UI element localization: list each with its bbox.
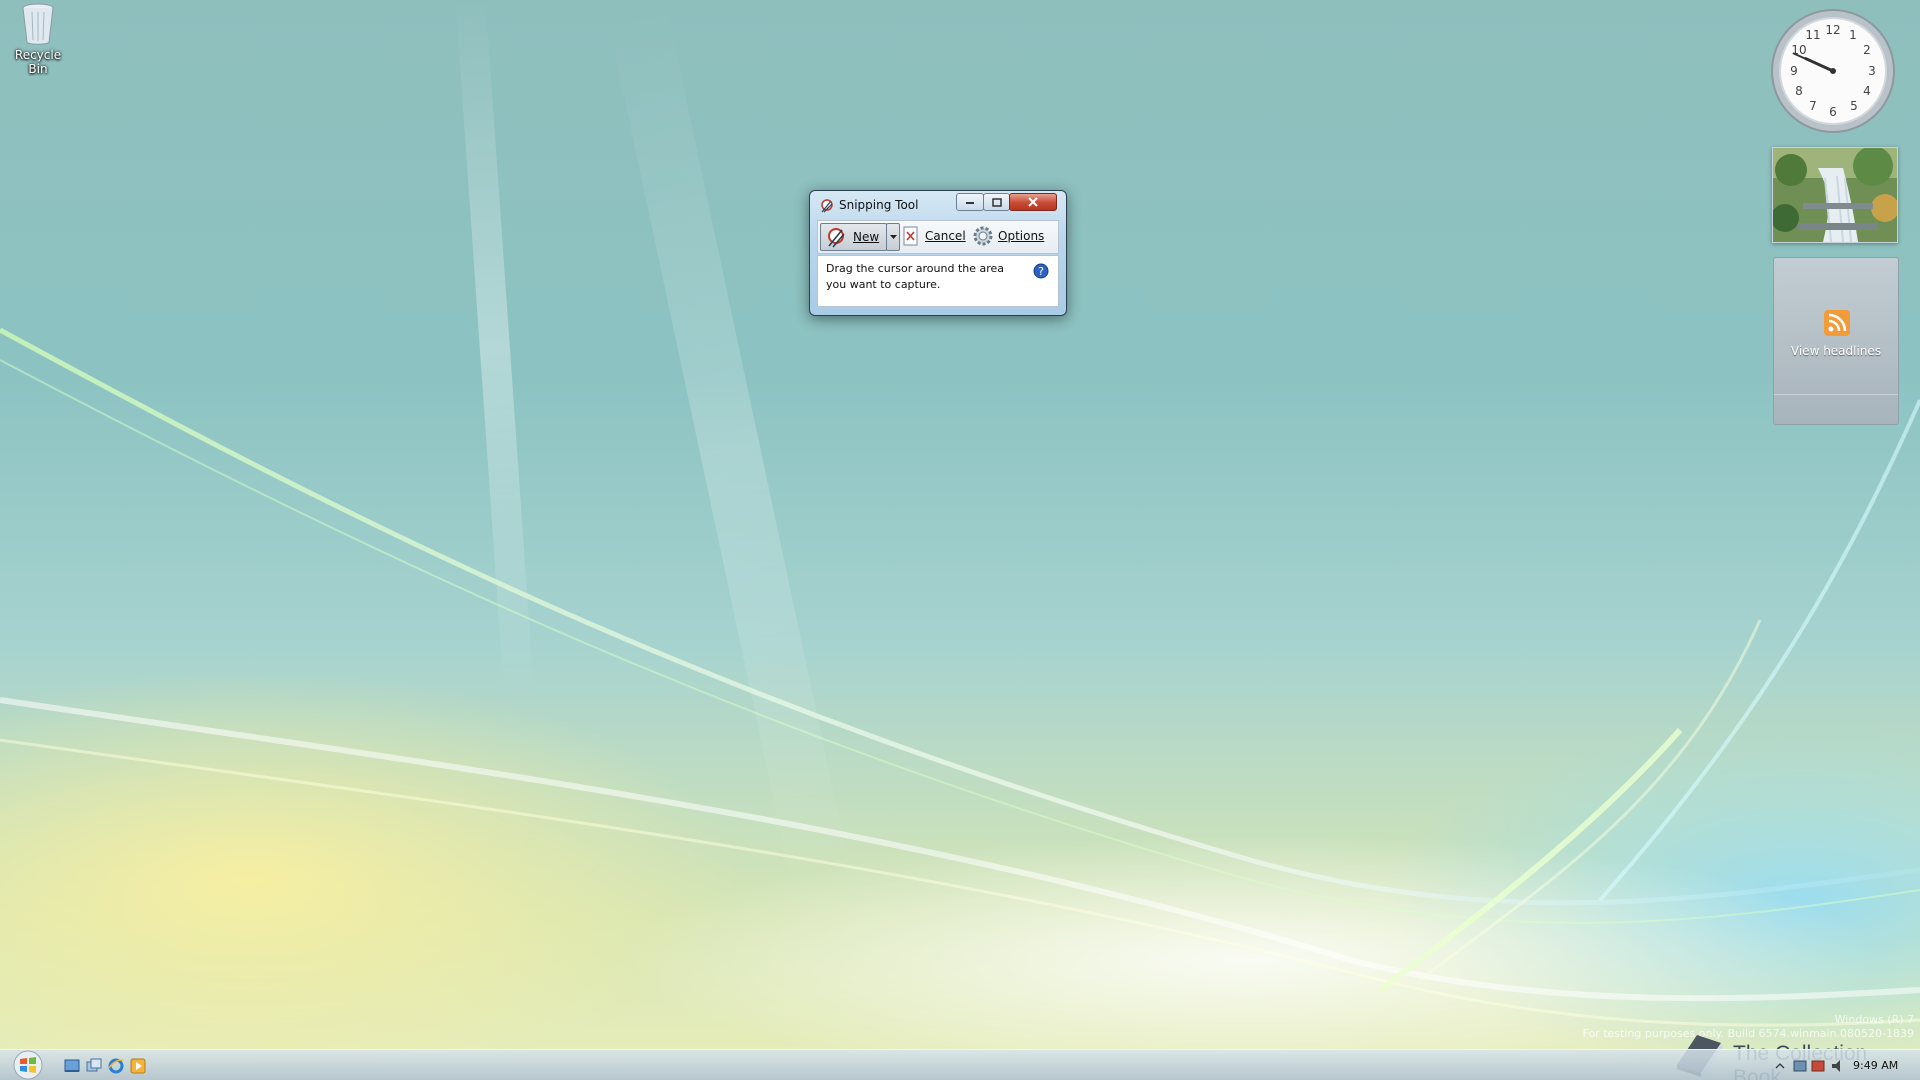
svg-text:2: 2 (1863, 43, 1871, 57)
action-center-icon (1811, 1060, 1825, 1072)
taskbar-clock[interactable]: 9:49 AM (1853, 1059, 1898, 1072)
toolbar: New Cancel Options (817, 220, 1059, 254)
divider (1774, 394, 1898, 395)
maximize-button[interactable] (983, 193, 1010, 211)
window-title: Snipping Tool (839, 198, 919, 212)
feed-headlines-gadget[interactable]: View headlines (1773, 257, 1899, 425)
scissors-icon (821, 199, 833, 213)
svg-text:8: 8 (1795, 84, 1803, 98)
network-icon (1793, 1060, 1807, 1072)
title-bar[interactable]: Snipping Tool (810, 191, 1066, 217)
view-headlines-link[interactable]: View headlines (1774, 344, 1898, 358)
svg-text:12: 12 (1825, 23, 1840, 37)
instruction-text: Drag the cursor around the area you want… (826, 262, 1005, 291)
svg-text:1: 1 (1849, 28, 1857, 42)
minimize-icon (966, 202, 974, 204)
start-button[interactable] (8, 1050, 48, 1080)
wallpaper-waves (0, 0, 1920, 1027)
svg-text:4: 4 (1863, 84, 1871, 98)
notification-area[interactable] (1770, 1056, 1850, 1076)
volume-icon (1832, 1060, 1840, 1072)
close-button[interactable] (1009, 193, 1057, 211)
maximize-icon (991, 197, 1002, 207)
close-icon (1028, 197, 1038, 207)
gear-icon (973, 226, 993, 246)
scissors-icon (828, 228, 845, 248)
svg-text:9: 9 (1790, 64, 1798, 78)
options-button-label: Options (998, 229, 1045, 243)
svg-text:11: 11 (1805, 28, 1820, 42)
svg-text:?: ? (1038, 265, 1044, 278)
media-player-icon[interactable] (130, 1058, 146, 1074)
chevron-down-icon (889, 234, 897, 239)
options-button[interactable]: Options (972, 223, 1056, 249)
taskbar: 9:49 AM (0, 1049, 1920, 1080)
switch-windows-icon[interactable] (86, 1058, 102, 1074)
waterfall-photo (1773, 148, 1897, 242)
svg-text:7: 7 (1809, 99, 1817, 113)
desktop: Recycle Bin Snipping Tool New Cancel Opt… (0, 0, 1920, 1080)
svg-text:6: 6 (1829, 105, 1837, 119)
minimize-button[interactable] (956, 193, 984, 211)
clock-gadget[interactable]: 12 12 345 678 91011 (1770, 8, 1896, 134)
show-hidden-icons-icon (1775, 1063, 1785, 1069)
desktop-icon-label: Recycle Bin (14, 48, 62, 76)
recycle-bin-icon (22, 3, 54, 45)
cancel-x-icon (903, 226, 918, 246)
message-panel: Drag the cursor around the area you want… (817, 255, 1059, 307)
svg-text:3: 3 (1868, 64, 1876, 78)
svg-text:5: 5 (1850, 99, 1858, 113)
desktop-icon-recycle-bin[interactable]: Recycle Bin (4, 2, 72, 76)
new-button[interactable]: New (820, 223, 887, 251)
slideshow-gadget[interactable] (1772, 147, 1898, 243)
cancel-button-label: Cancel (925, 229, 966, 243)
help-icon[interactable]: ? (1033, 263, 1049, 279)
new-button-label: New (853, 230, 880, 244)
show-desktop-icon[interactable] (64, 1058, 80, 1074)
cancel-button[interactable]: Cancel (902, 223, 968, 249)
snipping-tool-window[interactable]: Snipping Tool New Cancel Options Drag th… (809, 190, 1067, 316)
watermark-line-1: Windows (R) 7 (1834, 1013, 1914, 1026)
internet-explorer-icon[interactable] (108, 1058, 124, 1074)
rss-icon (1824, 310, 1850, 336)
new-snip-type-dropdown[interactable] (886, 223, 900, 251)
